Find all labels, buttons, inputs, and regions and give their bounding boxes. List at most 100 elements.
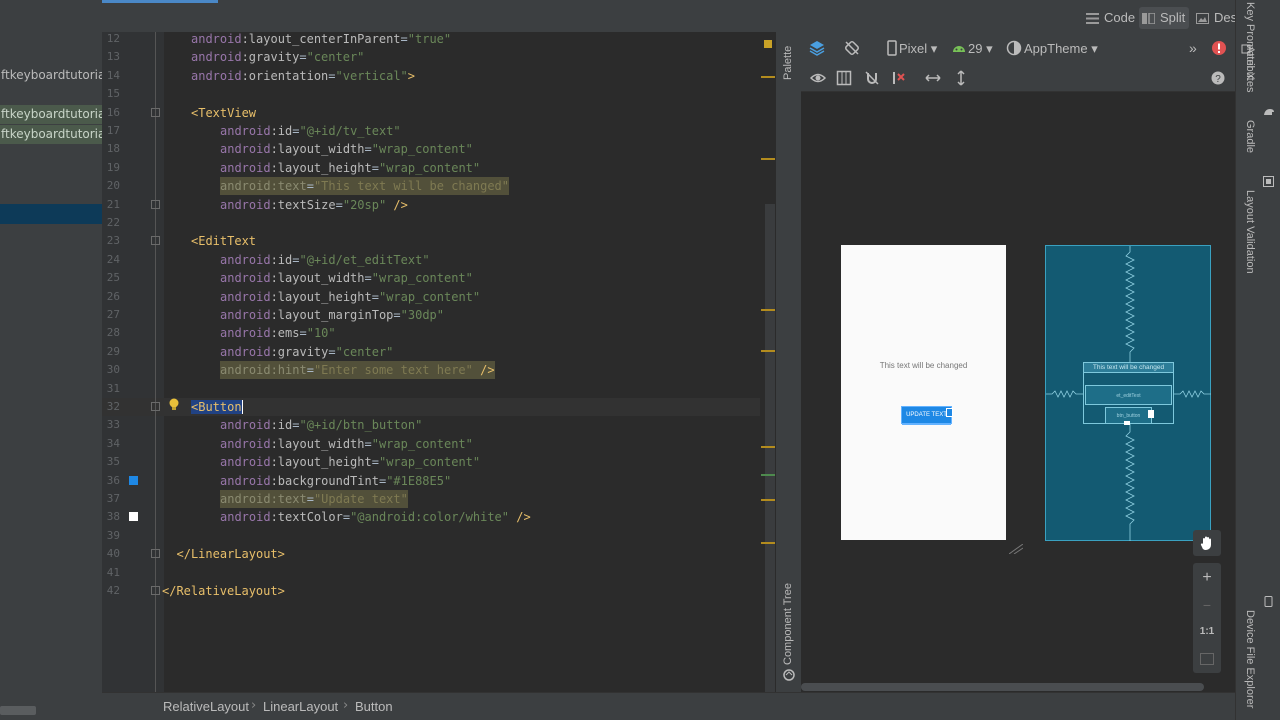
code-line[interactable]: 33 android:id="@+id/btn_button" (102, 416, 762, 434)
code-line[interactable]: 23 <EditText (102, 232, 762, 250)
device-selector[interactable]: Pixel ▾ (899, 41, 937, 57)
error-stripe-marker[interactable] (761, 499, 775, 501)
error-stripe-marker[interactable] (761, 309, 775, 311)
code-line[interactable]: 41 (102, 564, 762, 582)
error-stripe-marker[interactable] (761, 350, 775, 352)
breadcrumb-item-linearlayout[interactable]: LinearLayout (263, 699, 338, 714)
code-line[interactable]: 35 android:layout_height="wrap_content" (102, 453, 762, 471)
color-swatch-icon[interactable] (129, 512, 138, 522)
palette-tab[interactable]: Palette (782, 46, 794, 80)
code-line[interactable]: 18 android:layout_width="wrap_content" (102, 140, 762, 158)
code-line[interactable]: 28 android:ems="10" (102, 324, 762, 342)
split-view-button[interactable]: Split (1139, 7, 1190, 29)
color-swatch-icon[interactable] (129, 475, 138, 485)
code-line[interactable]: 14 android:orientation="vertical"> (102, 67, 762, 85)
code-line[interactable]: 16 <TextView (102, 104, 762, 122)
blueprint-edittext[interactable]: et_editText (1085, 385, 1172, 405)
fold-marker-icon[interactable] (151, 199, 160, 209)
blueprint-toggle-icon[interactable] (836, 70, 852, 86)
zoom-out-button[interactable]: − (1193, 592, 1221, 618)
fold-marker-icon[interactable] (151, 549, 160, 559)
blueprint-preview[interactable]: This text will be changed et_editText bt… (1045, 245, 1211, 541)
project-tree-item[interactable]: ftkeyboardtutorial (0, 105, 102, 124)
orientation-icon[interactable] (844, 40, 860, 56)
hand-icon (1200, 536, 1211, 551)
project-panel-scrollbar[interactable] (0, 706, 36, 715)
project-tree-item[interactable]: ftkeyboardtutorial (0, 66, 102, 85)
code-line[interactable]: 20 android:text="This text will be change… (102, 177, 762, 196)
error-stripe-marker[interactable] (764, 40, 772, 48)
project-tree-item[interactable]: ftkeyboardtutorial (0, 125, 102, 144)
code-line[interactable]: 13 android:gravity="center" (102, 48, 762, 66)
theme-selector[interactable]: AppTheme ▾ (1024, 41, 1098, 57)
blueprint-resize-handle[interactable] (1148, 410, 1154, 418)
help-icon[interactable]: ? (1210, 70, 1226, 86)
zoom-one-to-one-button[interactable]: 1:1 (1193, 619, 1221, 645)
code-line[interactable]: 21 android:textSize="20sp" /> (102, 196, 762, 214)
fold-marker-icon[interactable] (151, 107, 160, 117)
error-stripe-marker[interactable] (761, 76, 775, 78)
pan-tool[interactable] (1193, 530, 1221, 556)
error-stripe-marker[interactable] (761, 474, 775, 476)
error-icon[interactable] (1211, 40, 1227, 56)
code-line[interactable]: 17 android:id="@+id/tv_text" (102, 122, 762, 140)
code-line[interactable]: 37 android:text="Update text" (102, 490, 762, 508)
code-line[interactable]: 40 </LinearLayout> (102, 545, 762, 563)
code-text: android:textSize="20sp" /> (220, 197, 408, 212)
code-line[interactable]: 31 (102, 380, 762, 398)
line-number: 40 (106, 547, 120, 561)
code-line[interactable]: 38 android:textColor="@android:color/whit… (102, 508, 762, 526)
resize-handle[interactable] (946, 408, 953, 417)
design-horizontal-scrollbar[interactable] (801, 683, 1204, 691)
blueprint-textview[interactable]: This text will be changed (1083, 362, 1174, 373)
lightbulb-icon[interactable] (168, 398, 180, 412)
project-tree-selected-row[interactable] (0, 204, 102, 224)
attributes-tab[interactable]: Attributes (1244, 46, 1256, 92)
clear-constraints-icon[interactable] (891, 70, 907, 86)
breadcrumb-item-relativelayout[interactable]: RelativeLayout (163, 699, 249, 714)
error-stripe-marker[interactable] (761, 446, 775, 448)
fold-marker-icon[interactable] (151, 402, 160, 411)
preview-textview[interactable]: This text will be changed (841, 361, 1006, 370)
api-level-selector[interactable]: 29 ▾ (968, 41, 993, 57)
breadcrumb-item-button[interactable]: Button (355, 699, 393, 714)
device-file-explorer-tab[interactable]: Device File Explorer (1244, 610, 1256, 708)
expand-vertical-icon[interactable] (953, 70, 969, 86)
error-stripe-marker[interactable] (761, 542, 775, 544)
code-line[interactable]: 19 android:layout_height="wrap_content" (102, 159, 762, 177)
zoom-to-fit-icon[interactable] (1200, 653, 1214, 665)
code-line[interactable]: 15 (102, 85, 762, 103)
code-line[interactable]: 29 android:gravity="center" (102, 343, 762, 361)
design-preview-screen[interactable]: This text will be changed UPDATE TEXT (841, 245, 1006, 540)
code-line[interactable]: 24 android:id="@+id/et_editText" (102, 251, 762, 269)
layout-validation-tab[interactable]: Layout Validation (1244, 190, 1256, 274)
code-line[interactable]: 42 </RelativeLayout> (102, 582, 762, 600)
design-side-strip: Palette Component Tree (776, 32, 801, 692)
gradle-tab[interactable]: Gradle (1244, 120, 1256, 153)
code-line[interactable]: 39 (102, 527, 762, 545)
eye-icon[interactable] (810, 70, 826, 86)
more-chevron-icon[interactable]: » (1189, 40, 1197, 56)
fold-marker-icon[interactable] (151, 586, 160, 595)
magnet-off-icon[interactable] (864, 70, 880, 86)
code-line[interactable]: 26 android:layout_height="wrap_content" (102, 288, 762, 306)
blueprint-anchor-handle[interactable] (1124, 421, 1130, 425)
code-line[interactable]: 27 android:layout_marginTop="30dp" (102, 306, 762, 324)
resize-corner-icon[interactable] (1009, 544, 1023, 554)
code-line[interactable]: 32 <Button (102, 398, 762, 416)
code-view-button[interactable]: Code (1083, 7, 1139, 29)
code-line[interactable]: 25 android:layout_width="wrap_content" (102, 269, 762, 287)
code-line[interactable]: 12 android:layout_centerInParent="true" (102, 30, 762, 48)
layers-icon[interactable] (809, 40, 825, 56)
expand-horizontal-icon[interactable] (925, 70, 941, 86)
zoom-in-button[interactable]: + (1193, 565, 1221, 591)
preview-button[interactable]: UPDATE TEXT (901, 406, 952, 424)
code-line[interactable]: 34 android:layout_width="wrap_content" (102, 435, 762, 453)
code-line[interactable]: 36 android:backgroundTint="#1E88E5" (102, 472, 762, 490)
code-line[interactable]: 22 (102, 214, 762, 232)
error-stripe-marker[interactable] (761, 158, 775, 160)
fold-marker-icon[interactable] (151, 236, 160, 246)
component-tree-tab[interactable]: Component Tree (782, 583, 794, 665)
code-line[interactable]: 30 android:hint="Enter some text here" /> (102, 361, 762, 380)
editor-scrollbar[interactable] (765, 204, 775, 692)
